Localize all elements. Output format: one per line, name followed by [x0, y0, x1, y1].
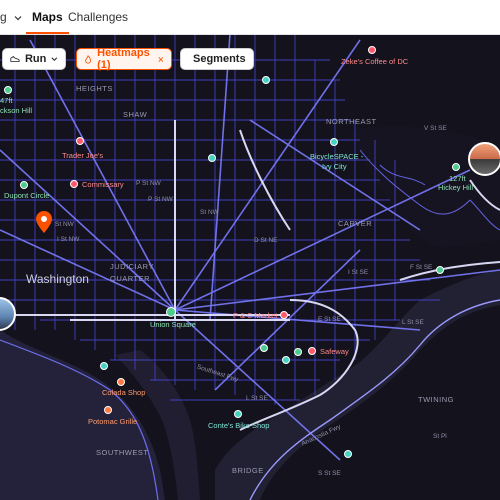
bike-shop-icon[interactable] — [344, 450, 352, 458]
poi-trader-joes-icon[interactable] — [76, 137, 84, 145]
chevron-down-icon — [51, 57, 58, 61]
neighborhood-label-shaw: SHAW — [123, 110, 148, 119]
street-label: F St SE — [410, 264, 433, 271]
poi-union-square-icon[interactable] — [166, 307, 176, 317]
poi-zekes-coffee-label: Zeke's Coffee of DC — [341, 57, 409, 66]
poi-pc-market-label: P & C Market — [233, 311, 278, 320]
poi-contes-bike-shop-label: Conte's Bike Shop — [208, 421, 270, 430]
heatmaps-filter-button[interactable]: Heatmaps (1) — [76, 47, 172, 71]
bike-shop-icon[interactable] — [100, 362, 108, 370]
poi-jackson-hill-label: ckson Hill — [0, 106, 33, 115]
poi-jackson-hill-elevation: 47ft — [0, 96, 13, 105]
poi-hickey-hill-label: Hickey Hill — [438, 183, 474, 192]
street-label: P St NW — [148, 196, 173, 203]
poi-colada-shop-label: Colada Shop — [102, 388, 146, 397]
neighborhood-label-bridge: BRIDGE — [232, 466, 264, 475]
poi-dupont-circle-label: Dupont Circle — [4, 191, 50, 200]
park-icon[interactable] — [436, 266, 444, 274]
nav-tab-maps[interactable]: Maps — [26, 0, 69, 34]
nav-tab-truncated[interactable]: g — [0, 0, 22, 34]
segments-filter-label: Segments — [193, 53, 246, 65]
poi-potomac-grille-icon[interactable] — [104, 406, 112, 414]
poi-hickey-hill-elevation: 127ft — [449, 174, 466, 183]
poi-commissary-icon[interactable] — [70, 180, 78, 188]
poi-colada-shop-icon[interactable] — [117, 378, 125, 386]
poi-pc-market-icon[interactable] — [280, 311, 288, 319]
street-label: E St SE — [318, 316, 341, 323]
neighborhood-label-carver: CARVER — [338, 219, 373, 228]
nav-tab-challenges[interactable]: Challenges — [68, 0, 128, 34]
top-navigation: g Maps Challenges — [0, 0, 500, 35]
neighborhood-label-northeast: NORTHEAST — [326, 117, 377, 126]
street-label: D St NE — [254, 237, 278, 244]
poi-potomac-grille-label: Potomac Grille — [88, 417, 138, 426]
bike-shop-icon[interactable] — [282, 356, 290, 364]
street-label: St NW — [55, 221, 74, 228]
chevron-down-icon — [14, 15, 22, 21]
street-label: L St SE — [246, 395, 268, 402]
poi-union-square-label: Union Square — [150, 320, 196, 329]
sport-filter-label: Run — [24, 53, 47, 65]
poi-bicyclespace-label: BicycleSPACE - — [310, 152, 364, 161]
poi-safeway-icon[interactable] — [308, 347, 316, 355]
poi-zekes-coffee-icon[interactable] — [368, 46, 376, 54]
street-label: I St SE — [348, 269, 369, 276]
park-icon[interactable] — [260, 344, 268, 352]
neighborhood-label-southwest: SOUTHWEST — [96, 448, 149, 457]
bike-shop-icon[interactable] — [262, 76, 270, 84]
park-icon[interactable] — [294, 348, 302, 356]
location-pin-icon[interactable] — [36, 211, 52, 233]
street-label: I St NW — [57, 236, 80, 243]
poi-trader-joes-label: Trader Joe's — [62, 151, 104, 160]
flame-icon — [85, 54, 91, 64]
city-label-washington: Washington — [26, 272, 89, 286]
poi-bicyclespace-icon[interactable] — [330, 138, 338, 146]
street-label: St Pl — [433, 433, 447, 440]
photo-thumbnail-hickey-hill[interactable] — [468, 142, 500, 176]
poi-jackson-hill-icon[interactable] — [4, 86, 12, 94]
nav-tab-truncated-label: g — [0, 10, 7, 24]
close-icon[interactable] — [158, 56, 164, 63]
poi-dupont-circle-icon[interactable] — [20, 181, 28, 189]
street-label: St NW — [200, 209, 219, 216]
segments-filter-button[interactable]: Segments — [180, 48, 254, 70]
street-label: S St SE — [318, 470, 341, 477]
street-label: P St NW — [136, 180, 161, 187]
poi-bicyclespace-label-2: Ivy City — [322, 162, 347, 171]
heatmaps-filter-label: Heatmaps (1) — [97, 47, 150, 71]
poi-commissary-label: Commissary — [82, 180, 124, 189]
neighborhood-label-heights: HEIGHTS — [76, 84, 113, 93]
poi-contes-bike-shop-icon[interactable] — [234, 410, 242, 418]
street-label: L St SE — [402, 319, 424, 326]
neighborhood-label-judiciary: JUDICIARY — [110, 262, 154, 271]
poi-hickey-hill-icon[interactable] — [452, 163, 460, 171]
neighborhood-label-twining: TWINING — [418, 395, 454, 404]
shoe-icon — [10, 55, 20, 62]
neighborhood-label-quarter: QUARTER — [110, 274, 151, 283]
street-label: V St SE — [424, 125, 447, 132]
bike-shop-icon[interactable] — [208, 154, 216, 162]
poi-safeway-label: Safeway — [320, 347, 349, 356]
sport-filter-button[interactable]: Run — [2, 48, 66, 70]
